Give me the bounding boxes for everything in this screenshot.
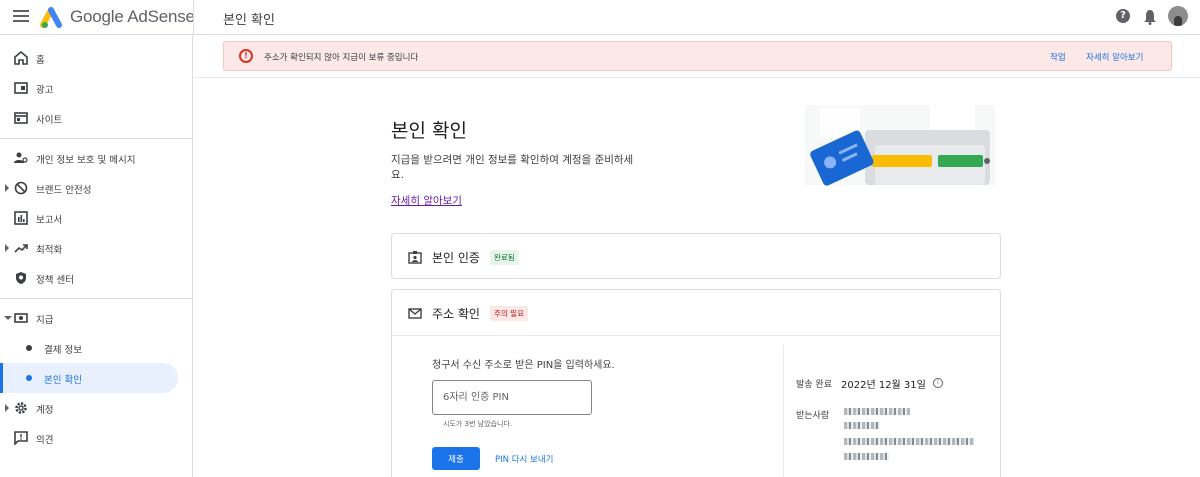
sites-icon bbox=[14, 112, 28, 124]
redacted-recipient-line bbox=[844, 408, 910, 415]
home-icon bbox=[14, 51, 28, 65]
bullet-icon bbox=[26, 345, 32, 351]
sidebar-item-label: 의견 bbox=[36, 435, 54, 446]
sidebar-divider bbox=[0, 298, 192, 299]
expand-icon[interactable] bbox=[5, 244, 9, 252]
collapse-icon[interactable] bbox=[4, 316, 12, 320]
top-app-bar: Google AdSense 본인 확인 ? bbox=[0, 0, 1200, 35]
sidebar-item-brand-safety[interactable]: 브랜드 안전성 bbox=[0, 173, 192, 203]
sidebar-item-account[interactable]: 계정 bbox=[0, 393, 192, 423]
sidebar-divider bbox=[0, 138, 192, 139]
status-badge-completed: 완료됨 bbox=[490, 250, 519, 265]
sidebar: 홈 광고 사이트 개인 정보 보호 및 메시지 브랜드 안전성 보고서 최적화 … bbox=[0, 35, 193, 477]
brand-name: Google AdSense bbox=[70, 7, 195, 26]
content-divider bbox=[193, 77, 1200, 78]
payment-hold-alert: ! 주소가 확인되지 않아 지급이 보류 중입니다 작업 자세히 알아보기 bbox=[223, 41, 1172, 71]
sidebar-item-label: 사이트 bbox=[36, 115, 63, 126]
id-badge-icon bbox=[408, 251, 422, 264]
sent-label: 발송 완료 bbox=[796, 380, 832, 390]
expand-icon[interactable] bbox=[5, 404, 9, 412]
pin-input[interactable] bbox=[432, 380, 592, 415]
header-divider bbox=[193, 0, 194, 35]
sidebar-item-label: 보고서 bbox=[36, 215, 63, 226]
sidebar-item-label: 정책 센터 bbox=[36, 275, 74, 286]
sidebar-item-label: 홈 bbox=[36, 55, 45, 66]
sidebar-item-policy-center[interactable]: 정책 센터 bbox=[0, 263, 192, 293]
sidebar-item-optimization[interactable]: 최적화 bbox=[0, 233, 192, 263]
pin-prompt: 청구서 수신 주소로 받은 PIN을 입력하세요. bbox=[432, 360, 615, 371]
alert-action-link[interactable]: 작업 bbox=[1050, 51, 1066, 63]
page-description: 지급을 받으려면 개인 정보를 확인하여 계정을 준비하세요. bbox=[391, 154, 634, 181]
sidebar-item-sites[interactable]: 사이트 bbox=[0, 103, 192, 133]
avatar[interactable] bbox=[1168, 6, 1188, 26]
block-icon bbox=[14, 181, 28, 195]
sidebar-item-label: 개인 정보 보호 및 메시지 bbox=[36, 155, 136, 166]
sidebar-item-ads[interactable]: 광고 bbox=[0, 73, 192, 103]
bullet-icon bbox=[26, 375, 32, 381]
payments-icon bbox=[14, 313, 28, 323]
error-icon: ! bbox=[239, 49, 253, 63]
sidebar-item-payments[interactable]: 지급 bbox=[0, 303, 192, 333]
sidebar-item-label: 지급 bbox=[36, 315, 54, 326]
menu-icon[interactable] bbox=[13, 10, 29, 24]
submit-button[interactable]: 제출 bbox=[432, 447, 480, 470]
help-icon[interactable]: ? bbox=[1116, 9, 1130, 23]
privacy-icon bbox=[14, 152, 28, 163]
sidebar-item-reports[interactable]: 보고서 bbox=[0, 203, 192, 233]
wallet-illustration bbox=[805, 100, 995, 186]
alert-message: 주소가 확인되지 않아 지급이 보류 중입니다 bbox=[264, 53, 419, 63]
vertical-divider bbox=[783, 345, 784, 477]
card-divider bbox=[392, 335, 1000, 336]
trending-icon bbox=[14, 244, 28, 253]
bell-icon[interactable] bbox=[1143, 9, 1157, 25]
recipient-label: 받는사람 bbox=[796, 411, 830, 421]
learn-more-link[interactable]: 자세히 알아보기 bbox=[391, 193, 462, 208]
sidebar-item-home[interactable]: 홈 bbox=[0, 43, 192, 73]
alert-learn-more-link[interactable]: 자세히 알아보기 bbox=[1086, 51, 1143, 63]
feedback-icon bbox=[14, 431, 28, 445]
gear-icon bbox=[15, 402, 27, 414]
expand-icon[interactable] bbox=[5, 184, 9, 192]
address-verification-card: 주소 확인 주의 필요 청구서 수신 주소로 받은 PIN을 입력하세요. 시도… bbox=[391, 289, 1001, 477]
attempts-remaining: 시도가 3번 남았습니다. bbox=[443, 420, 513, 428]
card-title: 본인 인증 bbox=[432, 251, 480, 265]
page-header-title: 본인 확인 bbox=[223, 13, 275, 28]
mail-icon bbox=[408, 308, 422, 319]
shield-icon bbox=[16, 272, 26, 284]
sidebar-item-feedback[interactable]: 의견 bbox=[0, 423, 192, 453]
identity-verification-card[interactable]: 본인 인증 완료됨 bbox=[391, 233, 1001, 279]
status-badge-attention: 주의 필요 bbox=[490, 306, 528, 321]
sidebar-item-label: 계정 bbox=[36, 405, 54, 416]
redacted-recipient-line bbox=[844, 453, 889, 460]
sidebar-item-privacy[interactable]: 개인 정보 보호 및 메시지 bbox=[0, 143, 192, 173]
resend-pin-link[interactable]: PIN 다시 보내기 bbox=[495, 453, 554, 465]
sidebar-item-label: 광고 bbox=[36, 85, 54, 96]
redacted-recipient-line bbox=[844, 422, 880, 429]
sidebar-item-label: 본인 확인 bbox=[44, 375, 82, 386]
redacted-recipient-line bbox=[844, 438, 974, 445]
adsense-logo bbox=[40, 7, 62, 28]
sidebar-item-label: 브랜드 안전성 bbox=[36, 185, 92, 196]
card-title: 주소 확인 bbox=[432, 307, 480, 321]
sidebar-item-identity-verification[interactable]: 본인 확인 bbox=[0, 363, 178, 393]
sidebar-item-label: 최적화 bbox=[36, 245, 63, 256]
info-icon[interactable]: i bbox=[933, 378, 943, 388]
sent-date: 2022년 12월 31일 bbox=[841, 380, 926, 391]
sidebar-item-label: 결제 정보 bbox=[44, 345, 82, 356]
sidebar-item-payment-info[interactable]: 결제 정보 bbox=[0, 333, 192, 363]
ads-icon bbox=[14, 82, 28, 94]
reports-icon bbox=[14, 211, 28, 225]
page-title: 본인 확인 bbox=[391, 120, 467, 142]
